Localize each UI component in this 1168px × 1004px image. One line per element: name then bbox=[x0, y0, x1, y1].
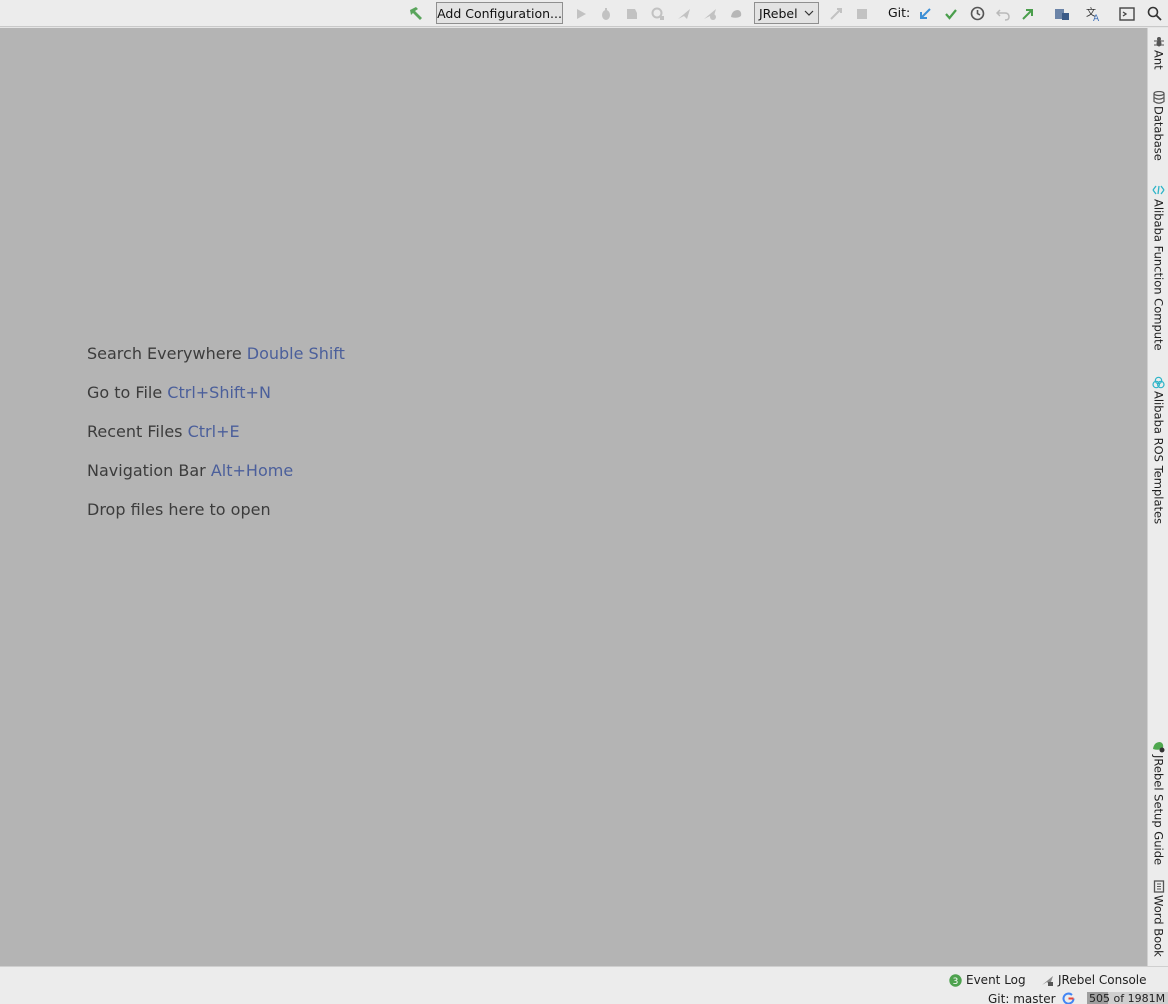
memory-indicator[interactable]: 505 of 1981M bbox=[1087, 992, 1168, 1004]
debug-icon[interactable] bbox=[598, 4, 614, 23]
run-icon[interactable] bbox=[573, 4, 589, 23]
ros-templates-icon bbox=[1152, 375, 1166, 389]
git-label: Git: bbox=[888, 5, 911, 20]
git-history-icon[interactable] bbox=[968, 4, 986, 23]
tool-window-label: Ant bbox=[1151, 50, 1166, 70]
editor-empty-area[interactable]: Search Everywhere Double Shift Go to Fil… bbox=[0, 28, 1147, 966]
tool-window-jrebel-console[interactable]: JRebel Console bbox=[1041, 973, 1147, 987]
hint-drop-files: Drop files here to open bbox=[87, 500, 271, 519]
coverage-icon[interactable] bbox=[624, 4, 640, 23]
tool-window-ant[interactable]: Ant bbox=[1148, 34, 1168, 70]
tool-window-label: Event Log bbox=[966, 973, 1026, 987]
jrebel-debug-icon[interactable] bbox=[702, 4, 718, 23]
bottom-tool-strip: 3 Event Log JRebel Console bbox=[0, 966, 1168, 992]
tool-window-label: Alibaba Function Compute bbox=[1151, 199, 1166, 351]
hint-text: Navigation Bar bbox=[87, 461, 206, 480]
jrebel-icon[interactable] bbox=[728, 4, 744, 23]
jrebel-run-icon[interactable] bbox=[676, 4, 692, 23]
git-revert-icon[interactable] bbox=[995, 4, 1011, 23]
hint-shortcut: Ctrl+E bbox=[187, 422, 240, 441]
git-push-icon[interactable] bbox=[1020, 4, 1036, 23]
tool-window-database[interactable]: Database bbox=[1148, 90, 1168, 161]
tool-window-function-compute[interactable]: Alibaba Function Compute bbox=[1148, 183, 1168, 351]
search-icon[interactable] bbox=[1145, 4, 1163, 23]
hint-shortcut: Double Shift bbox=[246, 344, 345, 363]
git-branch-widget[interactable]: Git: master bbox=[988, 992, 1056, 1004]
stop-icon[interactable] bbox=[854, 4, 870, 23]
build-artifact-icon[interactable] bbox=[828, 4, 844, 23]
run-configuration-label: JRebel bbox=[759, 5, 798, 21]
jrebel-console-icon bbox=[1041, 974, 1054, 987]
word-book-icon bbox=[1152, 879, 1166, 893]
project-structure-icon[interactable] bbox=[1053, 4, 1071, 23]
tool-window-jrebel-setup-guide[interactable]: JRebel Setup Guide bbox=[1148, 739, 1168, 865]
tool-window-word-book[interactable]: Word Book bbox=[1148, 879, 1168, 957]
event-log-badge: 3 bbox=[953, 977, 959, 987]
run-configuration-select[interactable]: JRebel bbox=[754, 2, 819, 24]
right-tool-stripe: Ant Database Alibaba Function Compute Al… bbox=[1147, 28, 1168, 966]
chevron-down-icon bbox=[804, 10, 814, 16]
terminal-icon[interactable] bbox=[1118, 4, 1136, 23]
tool-window-label: JRebel Console bbox=[1058, 973, 1147, 987]
hint-shortcut: Alt+Home bbox=[210, 461, 294, 480]
profile-icon[interactable] bbox=[650, 4, 666, 23]
hint-recent-files: Recent Files Ctrl+E bbox=[87, 422, 240, 441]
tool-window-label: Word Book bbox=[1151, 895, 1166, 957]
translate-icon[interactable]: 文A bbox=[1085, 4, 1103, 23]
hint-text: Search Everywhere bbox=[87, 344, 242, 363]
event-log-icon: 3 bbox=[949, 973, 962, 987]
git-update-icon[interactable] bbox=[917, 4, 933, 23]
jrebel-guide-icon bbox=[1152, 739, 1166, 753]
hint-text: Drop files here to open bbox=[87, 500, 271, 519]
tool-window-label: Database bbox=[1151, 106, 1166, 161]
tool-window-label: JRebel Setup Guide bbox=[1151, 755, 1166, 866]
database-icon bbox=[1152, 90, 1166, 104]
hammer-icon[interactable] bbox=[406, 4, 426, 23]
add-configuration-button[interactable]: Add Configuration... bbox=[436, 2, 563, 24]
hint-shortcut: Ctrl+Shift+N bbox=[167, 383, 271, 402]
svg-text:A: A bbox=[1093, 14, 1100, 22]
ant-icon bbox=[1152, 34, 1166, 48]
hint-go-to-file: Go to File Ctrl+Shift+N bbox=[87, 383, 271, 402]
memory-usage-text: 505 of 1981M bbox=[1089, 992, 1166, 1004]
hint-navigation-bar: Navigation Bar Alt+Home bbox=[87, 461, 293, 480]
git-commit-icon[interactable] bbox=[943, 4, 959, 23]
hint-search-everywhere: Search Everywhere Double Shift bbox=[87, 344, 345, 363]
hint-text: Recent Files bbox=[87, 422, 183, 441]
tool-window-event-log[interactable]: 3 Event Log bbox=[949, 973, 1026, 987]
tool-window-label: Alibaba ROS Templates bbox=[1151, 391, 1166, 525]
function-compute-icon bbox=[1152, 183, 1166, 197]
status-bar: Git: master 505 of 1981M bbox=[0, 992, 1168, 1004]
google-translate-icon[interactable] bbox=[1062, 992, 1075, 1004]
main-toolbar: Add Configuration... JRebel Git: 文 A bbox=[0, 0, 1168, 27]
tool-window-ros-templates[interactable]: Alibaba ROS Templates bbox=[1148, 375, 1168, 524]
hint-text: Go to File bbox=[87, 383, 163, 402]
